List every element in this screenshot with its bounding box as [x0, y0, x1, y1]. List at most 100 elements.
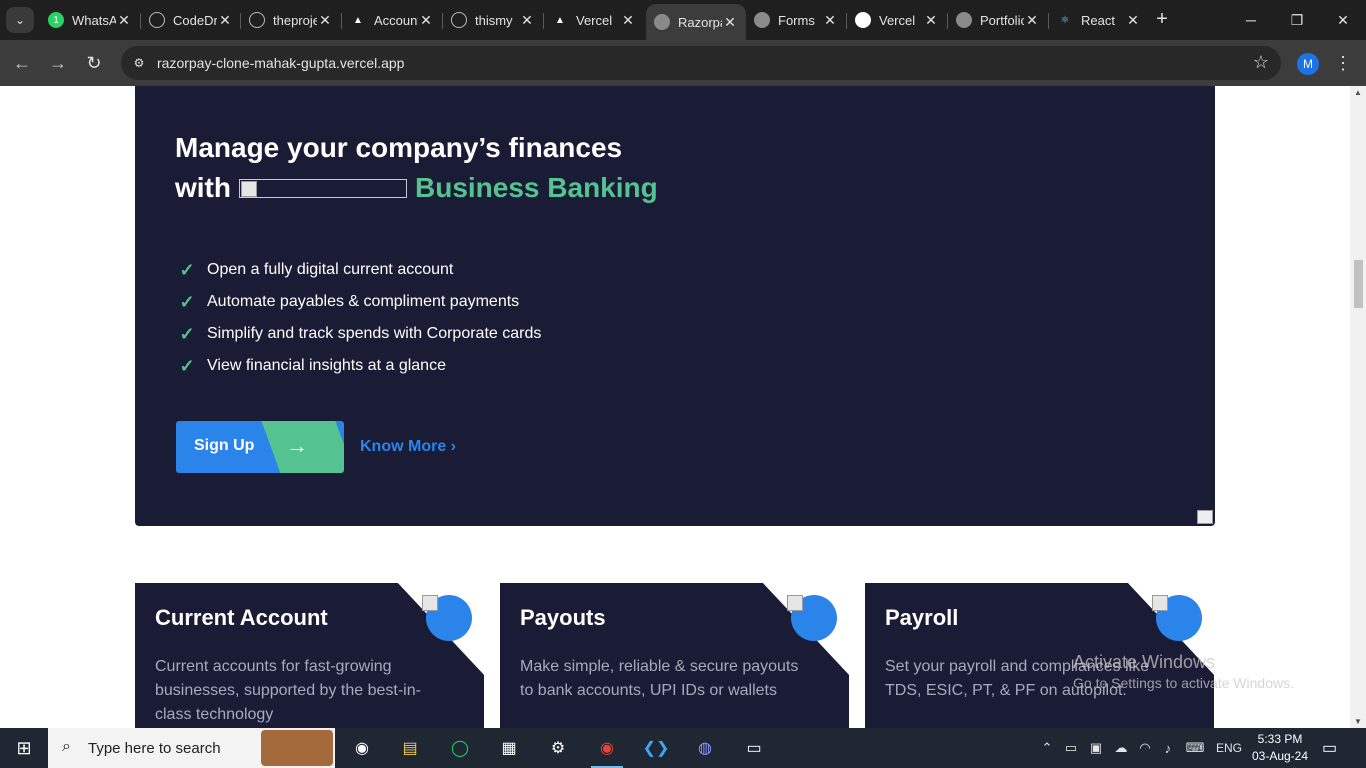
checkmark-icon: ✓ [179, 259, 195, 280]
arrow-right-icon: → [286, 433, 308, 458]
minimize-icon[interactable]: ─ [1228, 0, 1274, 40]
close-icon[interactable]: ✕ [519, 12, 535, 29]
clock-date: 03-Aug-24 [1251, 749, 1309, 763]
watermark-subtitle: Go to Settings to activate Windows. [1073, 675, 1294, 691]
file-explorer-icon[interactable]: ▤ [388, 728, 432, 768]
language-indicator[interactable]: ENG [1212, 728, 1246, 768]
github-icon [149, 12, 165, 28]
know-more-label: Know More [360, 438, 447, 455]
whatsapp-taskbar-icon[interactable]: ◯ [438, 728, 482, 768]
page-viewport: Manage your company’s finances with Busi… [0, 86, 1350, 728]
tab-codedrill[interactable]: CodeDrill ✕ [141, 4, 241, 36]
checkmark-icon: ✓ [179, 323, 195, 344]
scroll-up-arrow-icon[interactable]: ▲ [1354, 88, 1362, 97]
close-icon[interactable]: ✕ [822, 12, 838, 29]
vscode-icon[interactable]: ❮❯ [634, 728, 678, 768]
wifi-icon[interactable]: ◠ [1134, 728, 1156, 768]
clock-time: 5:33 PM [1257, 732, 1303, 746]
scrollbar-thumb[interactable] [1354, 260, 1363, 308]
tab-title: WhatsApp [72, 12, 116, 28]
feature-text: Simplify and track spends with Corporate… [207, 325, 542, 342]
cloud-icon[interactable]: ☁ [1110, 728, 1132, 768]
close-icon[interactable]: ✕ [217, 12, 233, 29]
chatgpt-icon [855, 12, 871, 28]
whatsapp-icon: 1 [48, 12, 64, 28]
discord-icon[interactable]: ◍ [683, 728, 727, 768]
sign-up-button[interactable]: Sign Up → [176, 421, 344, 473]
tab-vercel[interactable]: ▲ Vercel ✕ [544, 4, 644, 36]
github-icon [249, 12, 265, 28]
globe-icon [754, 12, 770, 28]
window-close-icon[interactable]: ✕ [1320, 0, 1366, 40]
chrome-taskbar-icon[interactable]: ◉ [585, 728, 629, 768]
card-title: Payroll [885, 605, 959, 630]
calculator-icon[interactable]: ▦ [487, 728, 531, 768]
checkmark-icon: ✓ [179, 291, 195, 312]
tab-portfolio[interactable]: Portfolio ✕ [948, 4, 1048, 36]
site-info-tune-icon[interactable]: ⚙ [129, 53, 149, 73]
tab-account[interactable]: ▲ Account ✕ [342, 4, 442, 36]
close-icon[interactable]: ✕ [418, 12, 434, 29]
notification-icon[interactable]: ▭ [1322, 738, 1337, 758]
more-menu-icon[interactable]: ⋮ [1334, 51, 1352, 75]
tray-overflow-chevron-icon[interactable]: ⌃ [1036, 728, 1058, 768]
feature-item: ✓ Automate payables & compliment payments [175, 286, 541, 318]
address-bar[interactable]: ⚙ razorpay-clone-mahak-gupta.vercel.app … [121, 46, 1281, 80]
tab-search-chevron-icon[interactable]: ⌄ [6, 7, 34, 33]
windows-start-icon[interactable]: ⊞ [0, 728, 48, 768]
tab-title: Forms [778, 12, 815, 28]
feature-item: ✓ View financial insights at a glance [175, 350, 541, 382]
scroll-down-arrow-icon[interactable]: ▼ [1354, 717, 1362, 726]
close-icon[interactable]: ✕ [1125, 12, 1141, 29]
close-icon[interactable]: ✕ [923, 12, 939, 29]
new-tab-plus-icon[interactable]: + [1150, 8, 1174, 32]
restore-icon[interactable]: ❐ [1274, 0, 1320, 40]
know-more-link[interactable]: Know More › [360, 438, 456, 456]
globe-icon [956, 12, 972, 28]
close-icon[interactable]: ✕ [116, 12, 132, 29]
profile-avatar[interactable]: M [1297, 53, 1319, 75]
tab-theprojects[interactable]: theprojects ✕ [241, 4, 341, 36]
product-card-current-account[interactable]: Current Account Current accounts for fas… [135, 583, 484, 728]
feature-list: ✓ Open a fully digital current account ✓ A… [175, 254, 541, 382]
tab-whatsapp[interactable]: 1 WhatsApp ✕ [40, 4, 140, 36]
volume-icon[interactable]: ♪ [1157, 728, 1179, 768]
device-icon[interactable]: ▣ [1085, 728, 1107, 768]
card-title: Current Account [155, 605, 328, 630]
close-icon[interactable]: ✕ [722, 14, 738, 31]
vercel-icon: ▲ [555, 14, 565, 26]
webcam-app-icon[interactable]: ◉ [340, 728, 384, 768]
url-text[interactable]: razorpay-clone-mahak-gupta.vercel.app [157, 55, 404, 71]
reload-icon[interactable]: ↻ [80, 49, 108, 77]
settings-gear-icon[interactable]: ⚙ [536, 728, 580, 768]
windows-taskbar: ⊞ ⌕ Type here to search ◉ ▤ ◯ ▦ ⚙ ◉ ❮❯ ◍… [0, 728, 1366, 768]
back-arrow-icon[interactable]: ← [8, 49, 36, 77]
close-icon[interactable]: ✕ [317, 12, 333, 29]
tab-title: thismy [475, 12, 513, 28]
tab-vercel-2[interactable]: Vercel ✕ [847, 4, 947, 36]
product-card-payouts[interactable]: Payouts Make simple, reliable & secure p… [500, 583, 849, 728]
sign-up-label: Sign Up [194, 437, 255, 454]
feature-text: View financial insights at a glance [207, 357, 446, 374]
close-icon[interactable]: ✕ [620, 12, 636, 29]
taskbar-clock[interactable]: 5:33 PM 03-Aug-24 [1246, 731, 1314, 765]
taskbar-search-box[interactable]: ⌕ Type here to search [48, 728, 335, 768]
close-icon[interactable]: ✕ [1024, 12, 1040, 29]
battery-icon[interactable]: ▭ [1060, 728, 1082, 768]
hero-heading: Manage your company’s finances with Busi… [175, 128, 658, 208]
tab-react[interactable]: ⚛ React ✕ [1049, 4, 1149, 36]
keyboard-icon[interactable]: ⌨ [1182, 728, 1208, 768]
checkmark-icon: ✓ [179, 355, 195, 376]
hero-heading-line-2: with Business Banking [175, 168, 658, 208]
hero-heading-accent: Business Banking [415, 172, 658, 203]
card-title: Payouts [520, 605, 606, 630]
tab-thismy[interactable]: thismy ✕ [443, 4, 543, 36]
browser-tab-strip: ⌄ 1 WhatsApp ✕ CodeDrill ✕ theprojects ✕… [0, 0, 1366, 40]
page-scrollbar[interactable]: ▲ ▼ [1350, 86, 1366, 728]
terminal-icon[interactable]: ▭ [732, 728, 776, 768]
tab-razorpay[interactable]: Razorpay ✕ [646, 4, 746, 40]
bookmark-star-icon[interactable]: ☆ [1253, 52, 1269, 73]
tab-forms[interactable]: Forms ✕ [746, 4, 846, 36]
tab-title: Account [374, 12, 418, 28]
forward-arrow-icon[interactable]: → [44, 49, 72, 77]
